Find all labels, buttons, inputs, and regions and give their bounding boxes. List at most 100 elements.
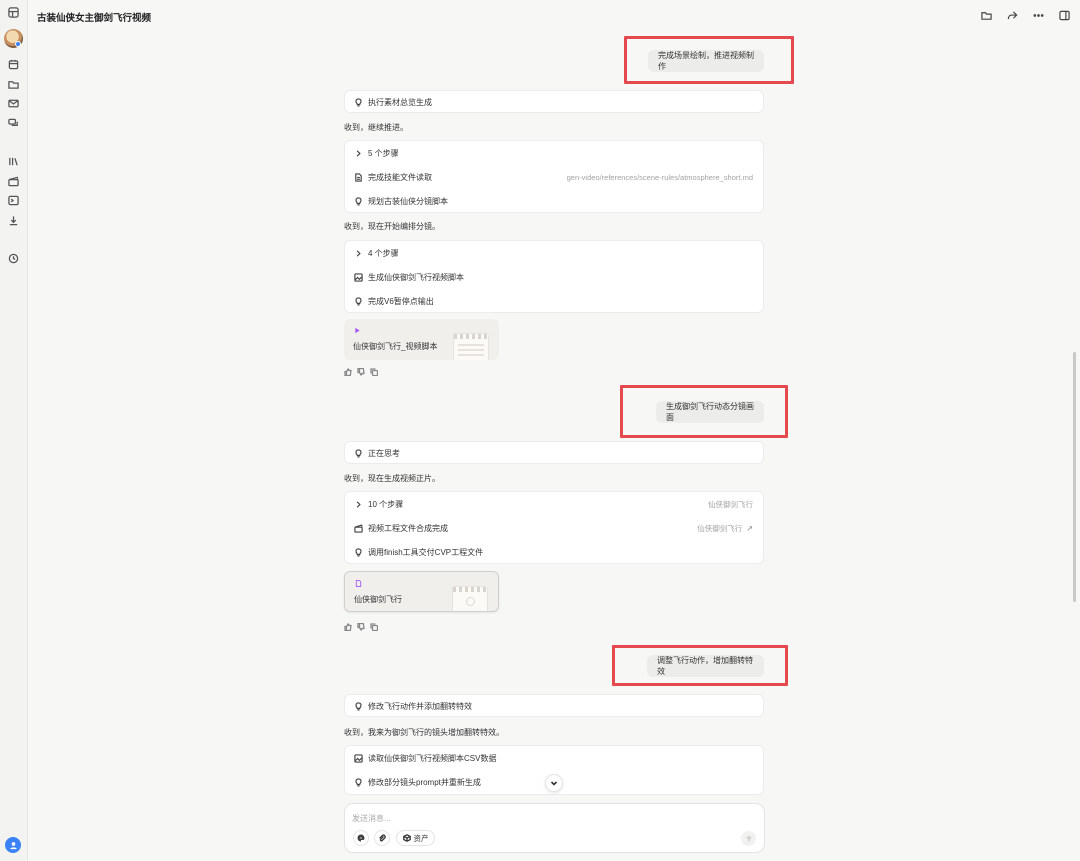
step-label: 完成V6暂停点输出	[368, 296, 434, 306]
steps-meta: 仙侠御剑飞行	[708, 499, 753, 509]
step-label: 修改部分镜头prompt并重新生成	[368, 777, 481, 787]
thinking-card[interactable]: 执行素材总览生成	[344, 90, 764, 113]
user-message: 生成御剑飞行动态分镜画面	[656, 401, 764, 423]
clapperboard-icon[interactable]	[7, 175, 20, 188]
thumbs-up-icon[interactable]	[344, 368, 352, 376]
feedback-bar	[344, 368, 378, 376]
external-link-icon[interactable]: ↗	[746, 524, 753, 533]
chevron-right-icon	[353, 148, 363, 158]
steps-count: 10 个步骤	[368, 499, 404, 509]
step-label: 完成技能文件读取	[368, 172, 432, 182]
file-name: 仙侠御剑飞行	[354, 595, 402, 604]
panel-icon[interactable]	[1058, 9, 1070, 21]
copy-icon[interactable]	[370, 623, 378, 631]
thinking-label: 正在思考	[368, 448, 400, 458]
step-row[interactable]: 读取仙侠御剑飞行视频脚本CSV数据	[353, 751, 753, 765]
step-label: 读取仙侠御剑飞行视频脚本CSV数据	[368, 753, 497, 763]
chevron-right-icon	[353, 248, 363, 258]
assistant-reply: 收到，现在生成视频正片。	[344, 474, 440, 483]
arrow-up-icon	[745, 834, 752, 841]
calendar-icon[interactable]	[7, 58, 20, 71]
folder-icon[interactable]	[980, 9, 992, 21]
thinking-label: 修改飞行动作并添加翻转特效	[368, 701, 472, 711]
more-icon[interactable]	[1032, 9, 1044, 21]
lightbulb-icon	[353, 701, 363, 711]
assets-button[interactable]: 资产	[396, 830, 435, 846]
top-bar: 古装仙侠女主御剑飞行视频	[28, 0, 1080, 30]
lightbulb-icon	[353, 448, 363, 458]
user-message: 完成场景绘制，推进视频制作	[648, 50, 764, 72]
composer: 资产	[344, 803, 765, 853]
file-thumbnail	[452, 586, 488, 611]
scroll-to-bottom-button[interactable]	[545, 774, 563, 792]
step-label: 调用finish工具交付CVP工程文件	[368, 547, 484, 557]
thumbs-down-icon[interactable]	[357, 368, 365, 376]
file-card[interactable]: 仙侠御剑飞行_视频脚本	[344, 319, 499, 360]
chat-icon[interactable]	[7, 117, 20, 130]
thumbs-down-icon[interactable]	[357, 623, 365, 631]
layout-icon[interactable]	[7, 6, 20, 19]
step-row[interactable]: 完成V6暂停点输出	[353, 294, 753, 308]
lightbulb-icon	[353, 196, 363, 206]
step-label: 视频工程文件合成完成	[368, 523, 448, 533]
paperclip-icon	[379, 834, 386, 842]
message-input[interactable]	[352, 812, 652, 824]
attach-button[interactable]	[374, 830, 390, 846]
assets-label: 资产	[413, 833, 429, 843]
thinking-card[interactable]: 修改飞行动作并添加翻转特效	[344, 694, 764, 717]
file-name: 仙侠御剑飞行_视频脚本	[353, 342, 438, 351]
library-icon[interactable]	[7, 155, 20, 168]
steps-toggle[interactable]: 4 个步骤	[353, 246, 753, 260]
chevron-right-icon	[353, 499, 363, 509]
history-icon[interactable]	[7, 252, 20, 265]
steps-count: 4 个步骤	[368, 248, 399, 258]
download-icon[interactable]	[7, 214, 20, 227]
status-dot	[15, 41, 21, 47]
sidebar	[0, 0, 28, 861]
step-label: 规划古装仙侠分镜脚本	[368, 196, 448, 206]
step-row[interactable]: 调用finish工具交付CVP工程文件	[353, 545, 753, 559]
lightbulb-icon	[353, 296, 363, 306]
feedback-bar	[344, 623, 378, 631]
steps-card: 4 个步骤 生成仙侠御剑飞行视频脚本 完成V6暂停点输出	[344, 240, 764, 313]
lightbulb-icon	[353, 777, 363, 787]
thinking-label: 执行素材总览生成	[368, 97, 432, 107]
assistant-reply: 收到，我来为御剑飞行的镜头增加翻转特效。	[344, 728, 504, 737]
copy-icon[interactable]	[370, 368, 378, 376]
scrollbar[interactable]	[1073, 352, 1076, 602]
steps-card: 5 个步骤 完成技能文件读取 gen-video/references/scen…	[344, 140, 764, 213]
folder-icon[interactable]	[7, 78, 20, 91]
assistant-reply: 收到，现在开始编排分镜。	[344, 222, 440, 231]
file-card[interactable]: 仙侠御剑飞行	[344, 571, 499, 612]
file-icon	[353, 172, 363, 182]
top-actions	[980, 9, 1070, 21]
play-icon	[355, 327, 360, 334]
project-link[interactable]: 仙侠御剑飞行	[697, 523, 742, 534]
step-row[interactable]: 视频工程文件合成完成 仙侠御剑飞行 ↗	[353, 521, 753, 535]
send-button[interactable]	[741, 831, 756, 846]
step-label: 生成仙侠御剑飞行视频脚本	[368, 272, 464, 282]
step-row[interactable]: 完成技能文件读取 gen-video/references/scene-rule…	[353, 170, 753, 184]
page-title: 古装仙侠女主御剑飞行视频	[37, 13, 152, 24]
steps-toggle[interactable]: 10 个步骤 仙侠御剑飞行	[353, 497, 753, 511]
step-row[interactable]: 规划古装仙侠分镜脚本	[353, 194, 753, 208]
steps-card: 10 个步骤 仙侠御剑飞行 视频工程文件合成完成 仙侠御剑飞行 ↗ 调用fini…	[344, 491, 764, 564]
image-icon	[353, 753, 363, 763]
image-icon	[353, 272, 363, 282]
terminal-icon[interactable]	[7, 194, 20, 207]
file-icon	[355, 580, 362, 587]
thumbs-up-icon[interactable]	[344, 623, 352, 631]
thinking-card[interactable]: 正在思考	[344, 441, 764, 464]
step-row[interactable]: 生成仙侠御剑飞行视频脚本	[353, 270, 753, 284]
lightbulb-icon	[353, 97, 363, 107]
assistant-reply: 收到，继续推进。	[344, 123, 408, 132]
steps-toggle[interactable]: 5 个步骤	[353, 146, 753, 160]
user-message: 调整飞行动作，增加翻转特效	[647, 655, 764, 677]
user-profile-button[interactable]	[5, 837, 21, 853]
file-thumbnail	[453, 333, 489, 360]
chevron-down-icon	[550, 781, 558, 786]
file-path[interactable]: gen-video/references/scene-rules/atmosph…	[567, 173, 753, 182]
mail-icon[interactable]	[7, 97, 20, 110]
share-icon[interactable]	[1006, 9, 1018, 21]
mention-button[interactable]	[353, 830, 369, 846]
